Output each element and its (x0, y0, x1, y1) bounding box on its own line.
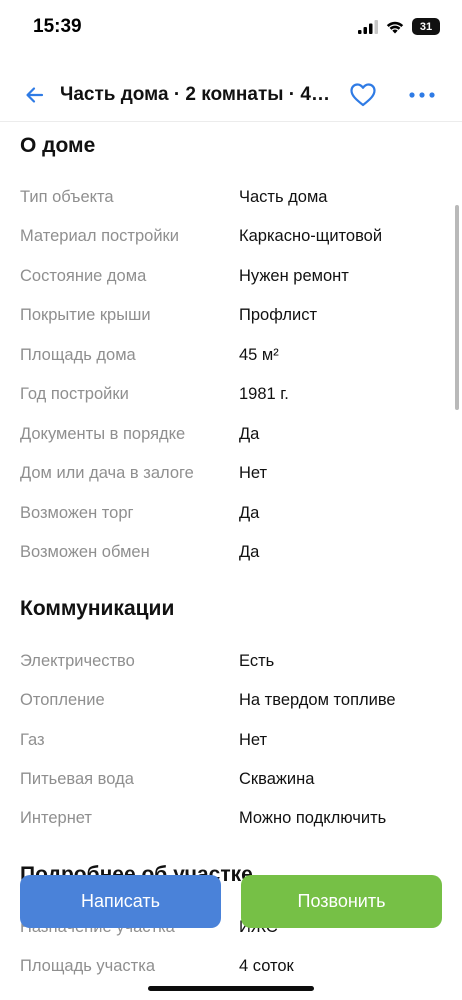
detail-value: Да (239, 504, 260, 522)
battery-icon: 31 (412, 18, 440, 35)
detail-value: Нужен ремонт (239, 267, 349, 285)
write-message-label: Написать (80, 891, 161, 911)
detail-value: 4 соток (239, 957, 294, 975)
detail-row: Интернет Можно подключить (0, 809, 462, 839)
signal-icon (358, 19, 378, 34)
call-button[interactable]: Позвонить (241, 875, 442, 928)
back-arrow-icon[interactable] (22, 82, 48, 108)
detail-value: Нет (239, 731, 268, 749)
detail-value: Есть (239, 652, 275, 670)
detail-row: Электричество Есть (0, 652, 462, 682)
detail-label: Электричество (20, 652, 135, 670)
detail-row: Материал постройки Каркасно-щитовой (0, 227, 462, 257)
wifi-icon (386, 21, 404, 33)
write-message-button[interactable]: Написать (20, 875, 221, 928)
detail-value: Часть дома (239, 188, 328, 206)
status-icons: 31 (358, 18, 440, 35)
battery-level: 31 (419, 20, 433, 33)
detail-label: Материал постройки (20, 227, 179, 245)
detail-label: Дом или дача в залоге (20, 464, 194, 482)
detail-row: Площадь дома 45 м² (0, 346, 462, 376)
listing-title: Часть дома · 2 комнаты · 45 м² (60, 84, 335, 105)
detail-row: Возможен торг Да (0, 504, 462, 534)
detail-row: Отопление На твердом топливе (0, 691, 462, 721)
detail-row: Дом или дача в залоге Нет (0, 464, 462, 494)
detail-row: Питьевая вода Скважина (0, 770, 462, 800)
favorite-heart-icon[interactable] (348, 80, 378, 110)
detail-row: Покрытие крыши Профлист (0, 306, 462, 336)
detail-label: Тип объекта (20, 188, 114, 206)
detail-value: Скважина (239, 770, 315, 788)
detail-value: Профлист (239, 306, 318, 324)
section-title-house: О доме (20, 134, 96, 157)
detail-row: Газ Нет (0, 731, 462, 761)
call-label: Позвонить (297, 891, 386, 911)
detail-value: Да (239, 425, 260, 443)
detail-row: Год постройки 1981 г. (0, 385, 462, 415)
detail-label: Возможен торг (20, 504, 134, 522)
detail-label: Покрытие крыши (20, 306, 151, 324)
detail-row: Возможен обмен Да (0, 543, 462, 573)
detail-label: Интернет (20, 809, 92, 827)
detail-value: Да (239, 543, 260, 561)
detail-label: Документы в порядке (20, 425, 186, 443)
detail-value: Каркасно-щитовой (239, 227, 383, 245)
detail-label: Отопление (20, 691, 105, 709)
detail-value: На твердом топливе (239, 691, 396, 709)
detail-value: Нет (239, 464, 268, 482)
detail-row: Состояние дома Нужен ремонт (0, 267, 462, 297)
detail-value: Можно подключить (239, 809, 387, 827)
scroll-indicator[interactable] (455, 205, 459, 410)
detail-row: Площадь участка 4 соток (0, 957, 462, 987)
detail-label: Год постройки (20, 385, 129, 403)
detail-row: Тип объекта Часть дома (0, 188, 462, 218)
detail-label: Площадь участка (20, 957, 155, 975)
detail-label: Состояние дома (20, 267, 147, 285)
detail-label: Питьевая вода (20, 770, 134, 788)
detail-label: Площадь дома (20, 346, 136, 364)
section-title-utilities: Коммуникации (20, 597, 175, 620)
home-indicator[interactable] (148, 986, 314, 991)
status-time: 15:39 (33, 16, 82, 37)
more-options-icon[interactable] (406, 82, 438, 108)
detail-value: 45 м² (239, 346, 279, 364)
nav-bar: Часть дома · 2 комнаты · 45 м² (0, 70, 462, 122)
detail-label: Возможен обмен (20, 543, 150, 561)
detail-label: Газ (20, 731, 45, 749)
detail-row: Документы в порядке Да (0, 425, 462, 455)
status-bar: 15:39 31 (0, 0, 462, 56)
detail-value: 1981 г. (239, 385, 289, 403)
